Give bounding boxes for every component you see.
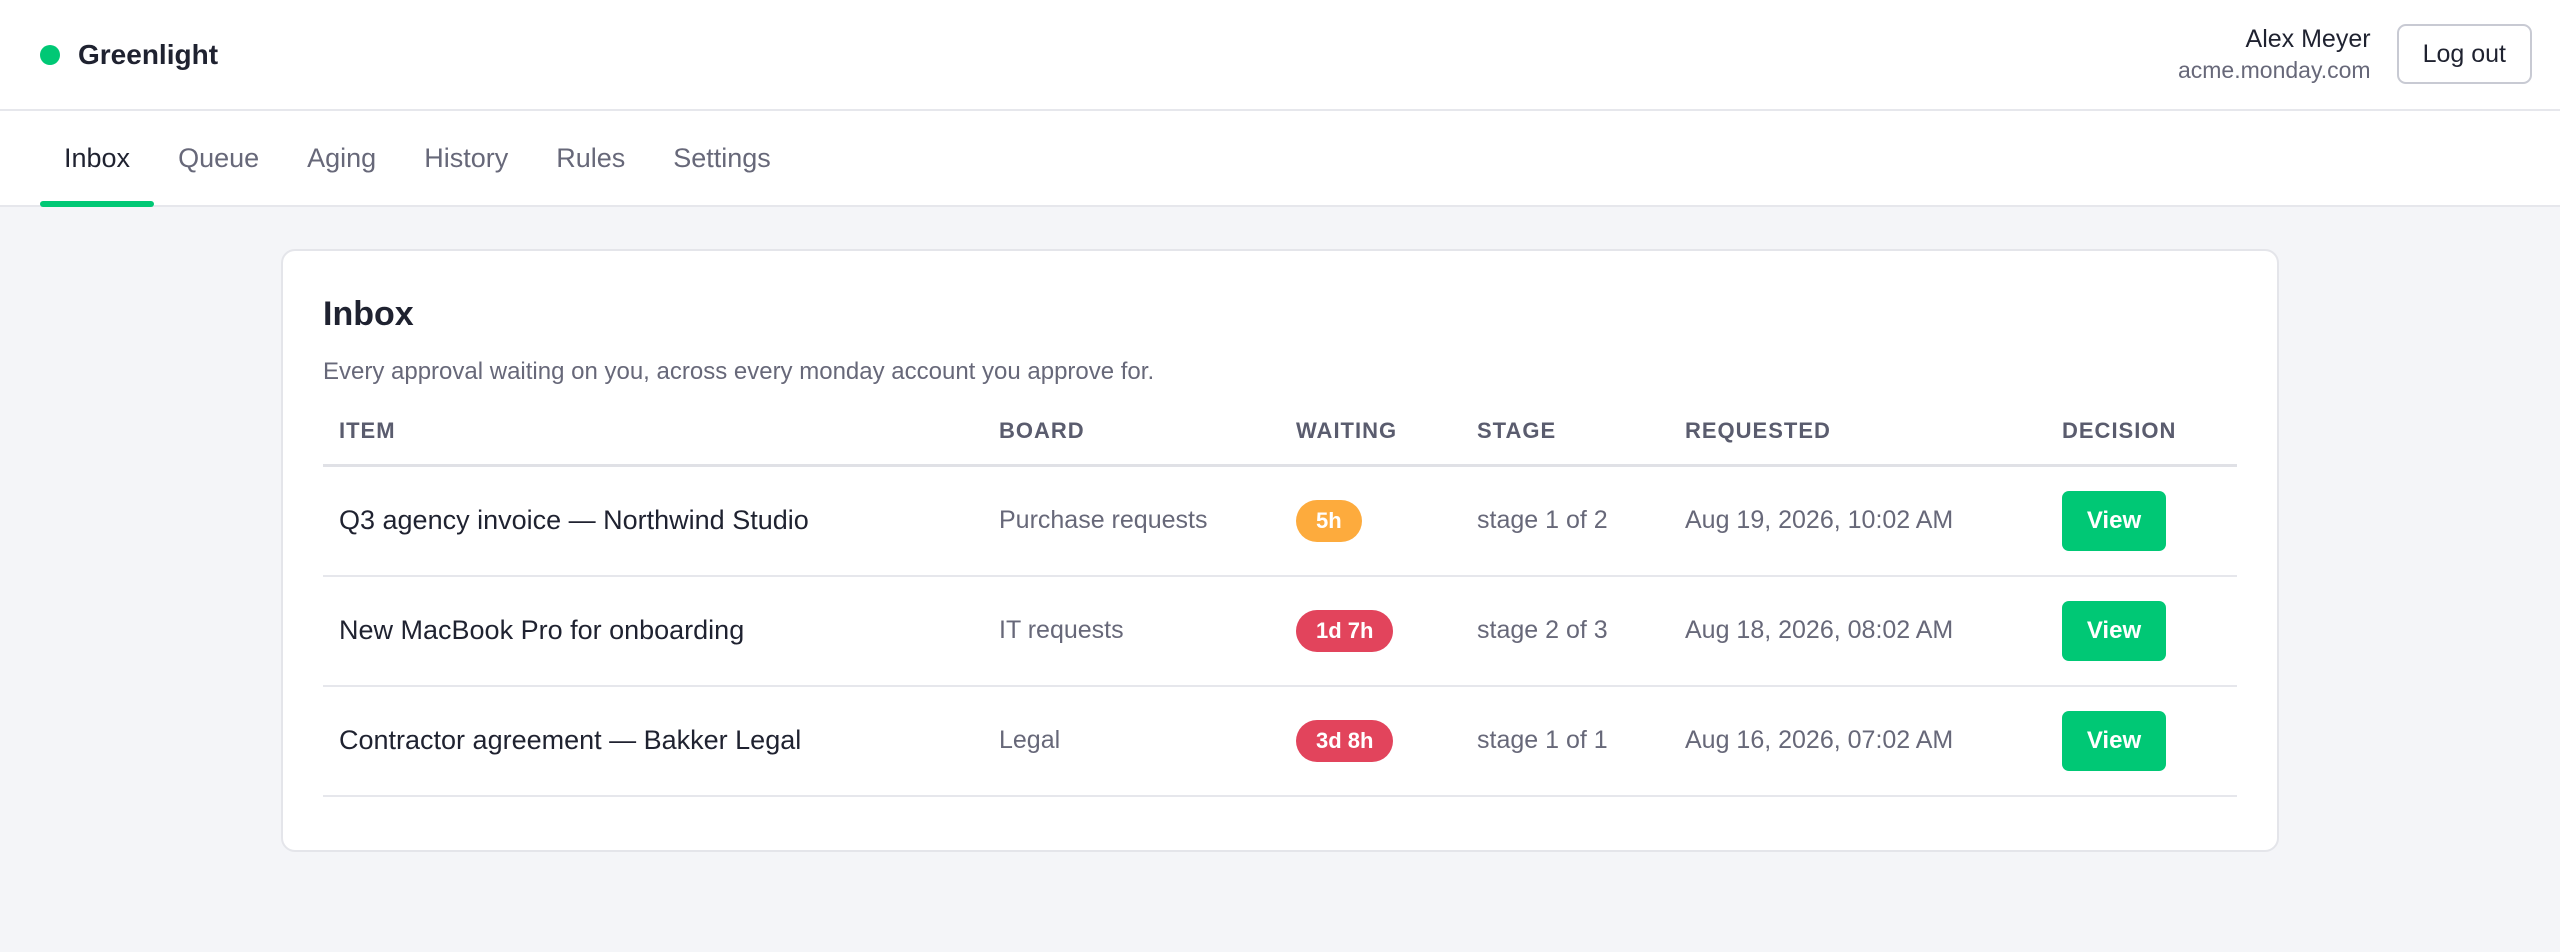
decision-cell: View: [2046, 465, 2237, 577]
table-row: Q3 agency invoice — Northwind Studio Pur…: [323, 465, 2237, 577]
waiting-badge: 5h: [1296, 499, 1362, 542]
waiting-badge: 1d 7h: [1296, 609, 1394, 652]
tab-aging[interactable]: Aging: [283, 111, 400, 205]
requested-cell: Aug 16, 2026, 07:02 AM: [1669, 685, 2046, 797]
logout-button[interactable]: Log out: [2396, 24, 2532, 85]
user-name: Alex Meyer: [2245, 25, 2371, 54]
tab-inbox[interactable]: Inbox: [40, 111, 155, 207]
table-row: New MacBook Pro for onboarding IT reques…: [323, 575, 2237, 687]
brand-name: Greenlight: [78, 38, 219, 70]
waiting-cell: 3d 8h: [1280, 685, 1461, 797]
tab-bar: Inbox Queue Aging History Rules Settings: [0, 111, 2560, 207]
tab-queue[interactable]: Queue: [154, 111, 283, 205]
requested-cell: Aug 18, 2026, 08:02 AM: [1669, 575, 2046, 687]
top-bar: Greenlight Alex Meyer acme.monday.com Lo…: [0, 0, 2560, 111]
view-button[interactable]: View: [2062, 710, 2166, 771]
tab-history[interactable]: History: [400, 111, 532, 205]
page-subtitle: Every approval waiting on you, across ev…: [323, 358, 1155, 385]
board-cell: Legal: [983, 685, 1280, 797]
column-header-board: BOARD: [983, 418, 1280, 467]
waiting-cell: 1d 7h: [1280, 575, 1461, 687]
item-cell: Q3 agency invoice — Northwind Studio: [323, 465, 983, 577]
board-cell: Purchase requests: [983, 465, 1280, 577]
user-area: Alex Meyer acme.monday.com Log out: [2178, 23, 2532, 85]
brand: Greenlight: [40, 39, 218, 71]
item-cell: Contractor agreement — Bakker Legal: [323, 685, 983, 797]
waiting-badge: 3d 8h: [1296, 719, 1394, 762]
column-header-requested: REQUESTED: [1669, 418, 2046, 467]
user-account: acme.monday.com: [2177, 56, 2371, 83]
view-button[interactable]: View: [2062, 600, 2166, 661]
tab-settings[interactable]: Settings: [649, 111, 795, 205]
tab-rules[interactable]: Rules: [532, 111, 649, 205]
stage-cell: stage 1 of 2: [1461, 465, 1669, 577]
stage-cell: stage 2 of 3: [1461, 575, 1669, 687]
table-row: Contractor agreement — Bakker Legal Lega…: [323, 685, 2237, 797]
requested-cell: Aug 19, 2026, 10:02 AM: [1669, 465, 2046, 577]
item-cell: New MacBook Pro for onboarding: [323, 575, 983, 687]
column-header-waiting: WAITING: [1280, 418, 1461, 467]
column-header-stage: STAGE: [1461, 418, 1669, 467]
board-cell: IT requests: [983, 575, 1280, 687]
column-header-decision: DECISION: [2046, 418, 2237, 467]
approvals-table: ITEM BOARD WAITING STAGE REQUESTED DECIS…: [323, 418, 2237, 797]
inbox-card: Inbox Every approval waiting on you, acr…: [281, 249, 2279, 852]
stage-cell: stage 1 of 1: [1461, 685, 1669, 797]
decision-cell: View: [2046, 685, 2237, 797]
column-header-item: ITEM: [323, 418, 983, 467]
decision-cell: View: [2046, 575, 2237, 687]
user-info: Alex Meyer acme.monday.com: [2178, 23, 2371, 85]
table-header-row: ITEM BOARD WAITING STAGE REQUESTED DECIS…: [323, 418, 2237, 467]
page-title: Inbox: [323, 295, 414, 333]
waiting-cell: 5h: [1280, 465, 1461, 577]
brand-dot-icon: [40, 44, 60, 65]
view-button[interactable]: View: [2062, 490, 2166, 551]
